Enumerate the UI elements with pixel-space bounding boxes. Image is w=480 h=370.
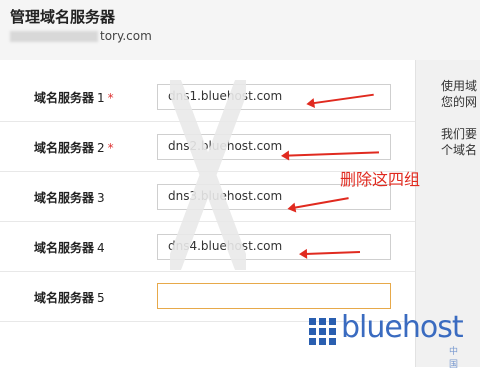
logo-wordmark: bluehost [341, 310, 464, 345]
help-text-line: 我们要 [441, 127, 478, 141]
redaction-x-watermark [170, 80, 246, 270]
domain-name: tory.com [10, 29, 152, 43]
redacted-domain-prefix [10, 31, 98, 42]
page-title: 管理域名服务器 [10, 8, 116, 26]
annotation-text: 删除这四组 [340, 170, 421, 189]
nameserver-label-3: 域名服务器 3 [34, 191, 105, 205]
page-header: 管理域名服务器 tory.com [0, 0, 480, 60]
help-text-line: 使用域 [441, 79, 478, 93]
nameserver-label-4: 域名服务器 4 [34, 241, 105, 255]
required-marker: * [107, 91, 114, 105]
help-text-line: 您的网 [441, 95, 478, 109]
required-marker: * [107, 141, 114, 155]
domain-suffix: tory.com [100, 29, 152, 43]
nameserver-label-5: 域名服务器 5 [34, 291, 105, 305]
nameserver-label-1: 域名服务器 1 * [34, 91, 114, 105]
nameserver-label-2: 域名服务器 2 * [34, 141, 114, 155]
help-text-line: 个域名 [441, 143, 478, 157]
logo-subtitle: 中国 [449, 347, 459, 370]
nameserver-input-5[interactable] [157, 283, 391, 309]
bluehost-grid-icon [309, 318, 336, 345]
